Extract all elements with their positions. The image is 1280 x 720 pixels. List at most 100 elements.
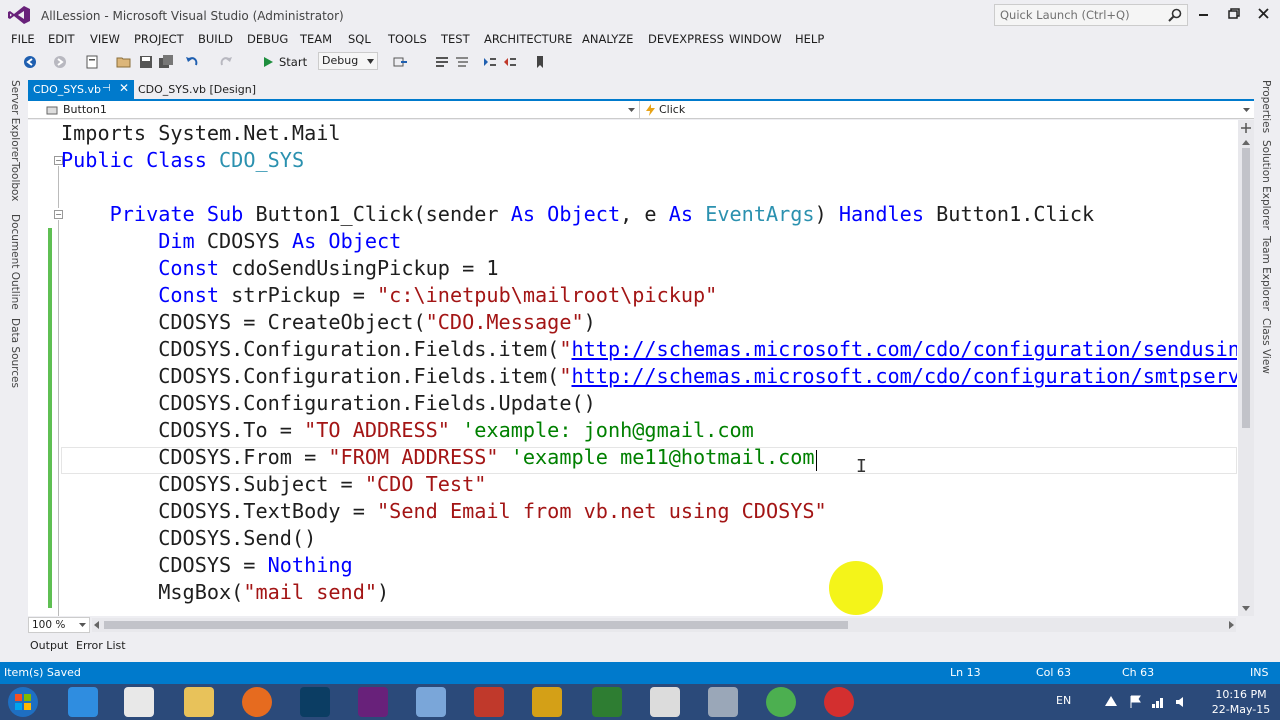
window-app-icon[interactable] — [650, 687, 680, 717]
scroll-down-icon[interactable] — [1242, 606, 1250, 611]
tab-cdo-sys-design[interactable]: CDO_SYS.vb [Design] — [138, 83, 256, 96]
tab-close-icon[interactable]: ✕ — [119, 81, 129, 95]
tab-cdo-sys-vb[interactable]: CDO_SYS.vb ⊣ ✕ — [28, 80, 134, 99]
tools-app-icon[interactable] — [532, 687, 562, 717]
close-icon[interactable] — [1256, 6, 1272, 22]
pin-icon[interactable]: ⊣ — [102, 83, 111, 94]
menu-help[interactable]: HELP — [795, 32, 824, 46]
menu-file[interactable]: FILE — [11, 32, 35, 46]
window-title: AllLession - Microsoft Visual Studio (Ad… — [41, 9, 344, 23]
code-text[interactable]: Imports System.Net.Mail Public Class CDO… — [61, 120, 1237, 616]
menu-tools[interactable]: TOOLS — [388, 32, 427, 46]
comment-icon[interactable] — [434, 54, 450, 70]
scroll-left-icon[interactable] — [94, 621, 99, 629]
menu-build[interactable]: BUILD — [198, 32, 233, 46]
code-text-span: CDOSYS = — [158, 553, 256, 577]
tray-volume-icon[interactable] — [1174, 694, 1190, 710]
menu-team[interactable]: TEAM — [300, 32, 332, 46]
visual-studio-taskbar-icon[interactable] — [358, 687, 388, 717]
server-explorer-tab[interactable]: Server Explorer — [9, 80, 21, 162]
book-app-icon[interactable] — [474, 687, 504, 717]
start-debug-icon[interactable] — [260, 54, 276, 70]
forward-icon[interactable] — [52, 54, 68, 70]
undo-icon[interactable] — [184, 54, 200, 70]
internet-explorer-icon[interactable] — [68, 687, 98, 717]
redo-icon[interactable] — [218, 54, 234, 70]
menu-debug[interactable]: DEBUG — [247, 32, 288, 46]
minimize-icon[interactable] — [1196, 6, 1212, 22]
attach-process-icon[interactable] — [392, 54, 408, 70]
indent-icon[interactable] — [482, 54, 498, 70]
chrome-icon[interactable] — [766, 687, 796, 717]
configuration-dropdown[interactable]: Debug — [318, 52, 378, 70]
member-dropdown[interactable]: Click — [642, 101, 1254, 119]
document-outline-tab[interactable]: Document Outline — [9, 214, 21, 310]
vertical-scroll-thumb[interactable] — [1242, 148, 1250, 428]
language-indicator[interactable]: EN — [1056, 694, 1071, 707]
media-player-icon[interactable] — [124, 687, 154, 717]
zoom-dropdown[interactable]: 100 % — [28, 617, 90, 633]
tray-expand-icon[interactable] — [1105, 696, 1117, 706]
new-project-icon[interactable] — [84, 54, 100, 70]
quick-launch-input[interactable]: Quick Launch (Ctrl+Q) — [994, 4, 1188, 26]
properties-tab[interactable]: Properties — [1260, 80, 1272, 133]
split-icon[interactable] — [1240, 122, 1252, 134]
keyword: Dim — [158, 229, 195, 253]
bookmark-icon[interactable] — [532, 54, 548, 70]
object-dropdown[interactable]: Button1 — [28, 101, 640, 119]
string-literal: " — [559, 337, 572, 361]
outdent-icon[interactable] — [502, 54, 518, 70]
standard-toolbar: Start — [0, 50, 1280, 74]
save-icon[interactable] — [138, 54, 154, 70]
start-button-label[interactable]: Start — [279, 55, 307, 69]
type-name: CDO_SYS — [219, 148, 305, 172]
horizontal-scroll-thumb[interactable] — [104, 621, 848, 629]
open-file-icon[interactable] — [116, 54, 132, 70]
solution-explorer-tab[interactable]: Solution Explorer — [1260, 140, 1272, 230]
scroll-right-icon[interactable] — [1229, 621, 1234, 629]
dreamweaver-icon[interactable] — [592, 687, 622, 717]
photoshop-icon[interactable] — [300, 687, 330, 717]
class-view-tab[interactable]: Class View — [1260, 318, 1272, 374]
tab-output[interactable]: Output — [30, 639, 68, 652]
tray-network-icon[interactable] — [1150, 694, 1166, 710]
code-text-span: ) — [377, 580, 390, 604]
network-app-icon[interactable] — [708, 687, 738, 717]
team-explorer-tab[interactable]: Team Explorer — [1260, 236, 1272, 311]
keyword: As Object — [291, 229, 402, 253]
back-icon[interactable] — [22, 54, 38, 70]
search-icon[interactable] — [1167, 7, 1183, 23]
menu-edit[interactable]: EDIT — [48, 32, 75, 46]
code-line-4: Private Sub Button1_Click(sender As Obje… — [61, 201, 1095, 228]
string-literal: "Send Email from vb.net using CDOSYS" — [377, 499, 827, 523]
system-clock[interactable]: 10:16 PM 22-May-15 — [1205, 687, 1277, 717]
scroll-up-icon[interactable] — [1242, 140, 1250, 145]
code-line-8: CDOSYS = CreateObject("CDO.Message") — [61, 309, 596, 336]
firefox-icon[interactable] — [242, 687, 272, 717]
file-explorer-icon[interactable] — [184, 687, 214, 717]
save-all-icon[interactable] — [158, 54, 174, 70]
schema-link[interactable]: http://schemas.microsoft.com/cdo/configu… — [571, 364, 1237, 388]
menu-window[interactable]: WINDOW — [729, 32, 782, 46]
keyword: Handles — [838, 202, 924, 226]
menu-view[interactable]: VIEW — [90, 32, 120, 46]
menu-architecture[interactable]: ARCHITECTURE — [484, 32, 572, 46]
restore-icon[interactable] — [1226, 6, 1242, 22]
menu-analyze[interactable]: ANALYZE — [582, 32, 633, 46]
tab-error-list[interactable]: Error List — [76, 639, 126, 652]
vertical-scrollbar[interactable] — [1238, 120, 1254, 616]
opera-icon[interactable] — [824, 687, 854, 717]
toolbox-tab[interactable]: Toolbox — [9, 162, 21, 201]
schema-link[interactable]: http://schemas.microsoft.com/cdo/configu… — [571, 337, 1237, 361]
code-editor[interactable]: − − Imports System.Net.Mail Public Class… — [28, 120, 1254, 616]
menu-devexpress[interactable]: DEVEXPRESS — [648, 32, 724, 46]
windows-start-icon[interactable] — [6, 686, 40, 718]
horizontal-scrollbar[interactable] — [92, 618, 1236, 632]
menu-test[interactable]: TEST — [441, 32, 470, 46]
menu-project[interactable]: PROJECT — [134, 32, 184, 46]
data-sources-tab[interactable]: Data Sources — [9, 318, 21, 388]
app-box-icon[interactable] — [416, 687, 446, 717]
menu-sql[interactable]: SQL — [348, 32, 371, 46]
tray-flag-icon[interactable] — [1128, 694, 1144, 710]
uncomment-icon[interactable] — [454, 54, 470, 70]
